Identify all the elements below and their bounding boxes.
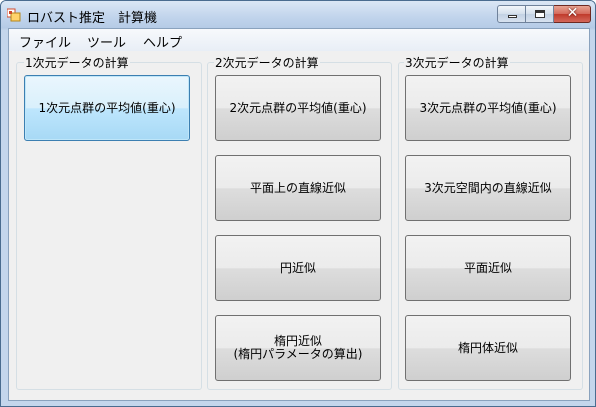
menu-file[interactable]: ファイル [19,32,71,51]
maximize-button[interactable] [526,5,554,23]
btn-3d-plane-fit[interactable]: 平面近似 [405,235,571,301]
btn-3d-centroid[interactable]: 3次元点群の平均値(重心) [405,75,571,141]
menu-tools[interactable]: ツール [87,32,126,51]
menu-bar: ファイル ツール ヘルプ [9,29,589,51]
minimize-button[interactable] [497,5,526,23]
menu-help[interactable]: ヘルプ [143,32,182,51]
btn-1d-centroid[interactable]: 1次元点群の平均値(重心) [24,75,190,141]
btn-2d-line-fit[interactable]: 平面上の直線近似 [215,155,381,221]
group-3d-label: 3次元データの計算 [404,54,510,71]
group-2d-label: 2次元データの計算 [214,54,320,71]
btn-2d-circle-fit[interactable]: 円近似 [215,235,381,301]
title-bar[interactable]: ロバスト推定 計算機 ✕ [1,1,595,28]
btn-2d-ellipse-fit[interactable]: 楕円近似 (楕円パラメータの算出) [215,315,381,381]
window-title: ロバスト推定 計算機 [27,11,158,26]
maximize-icon [535,10,545,18]
app-icon [7,8,21,22]
btn-3d-line-fit[interactable]: 3次元空間内の直線近似 [405,155,571,221]
btn-3d-ellipsoid-fit[interactable]: 楕円体近似 [405,315,571,381]
minimize-icon [508,15,517,18]
close-icon: ✕ [566,5,579,21]
close-button[interactable]: ✕ [554,5,591,23]
main-window: ロバスト推定 計算機 ✕ ファイル ツール ヘルプ 1次元データの計算 1次元点… [0,0,596,407]
client-area: ファイル ツール ヘルプ 1次元データの計算 1次元点群の平均値(重心) 2次元… [8,28,590,401]
btn-2d-centroid[interactable]: 2次元点群の平均値(重心) [215,75,381,141]
group-1d-label: 1次元データの計算 [24,54,130,71]
